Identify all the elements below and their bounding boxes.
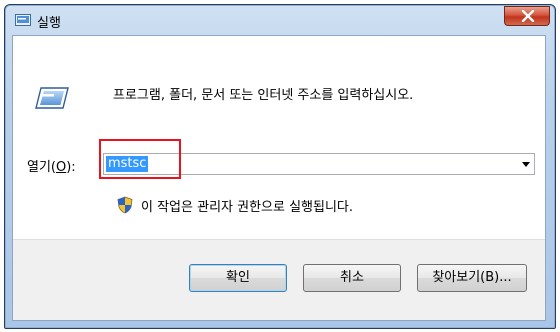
dialog-body: 프로그램, 폴더, 문서 또는 인터넷 주소를 입력하십시오. 열기(O): m… (12, 35, 546, 321)
open-label: 열기(O): (27, 156, 76, 175)
close-button[interactable] (504, 6, 550, 26)
ok-button[interactable]: 확인 (189, 264, 287, 292)
dropdown-arrow-icon[interactable] (522, 162, 530, 167)
open-label-text: 열기( (27, 160, 56, 175)
open-label-accesskey: O (56, 160, 67, 175)
browse-button[interactable]: 찾아보기(B)... (417, 264, 527, 292)
run-dialog-window: 실행 프로그램, 폴더, 문서 또는 인터넷 주소를 입력하십시오. 열기(O)… (4, 4, 556, 329)
uac-shield-icon (117, 196, 133, 214)
admin-privilege-note: 이 작업은 관리자 권한으로 실행됩니다. (141, 200, 354, 215)
cancel-button[interactable]: 취소 (303, 264, 401, 292)
open-combobox[interactable]: mstsc (103, 153, 535, 175)
title-bar[interactable]: 실행 (5, 5, 555, 35)
instruction-text: 프로그램, 폴더, 문서 또는 인터넷 주소를 입력하십시오. (113, 88, 414, 103)
close-icon (521, 10, 535, 22)
run-program-icon (35, 87, 69, 109)
run-dialog-icon (15, 14, 31, 26)
window-title: 실행 (37, 16, 61, 31)
open-label-end: ): (66, 160, 76, 175)
button-bar: 확인 취소 찾아보기(B)... (13, 239, 545, 320)
open-input-value[interactable]: mstsc (106, 156, 149, 172)
